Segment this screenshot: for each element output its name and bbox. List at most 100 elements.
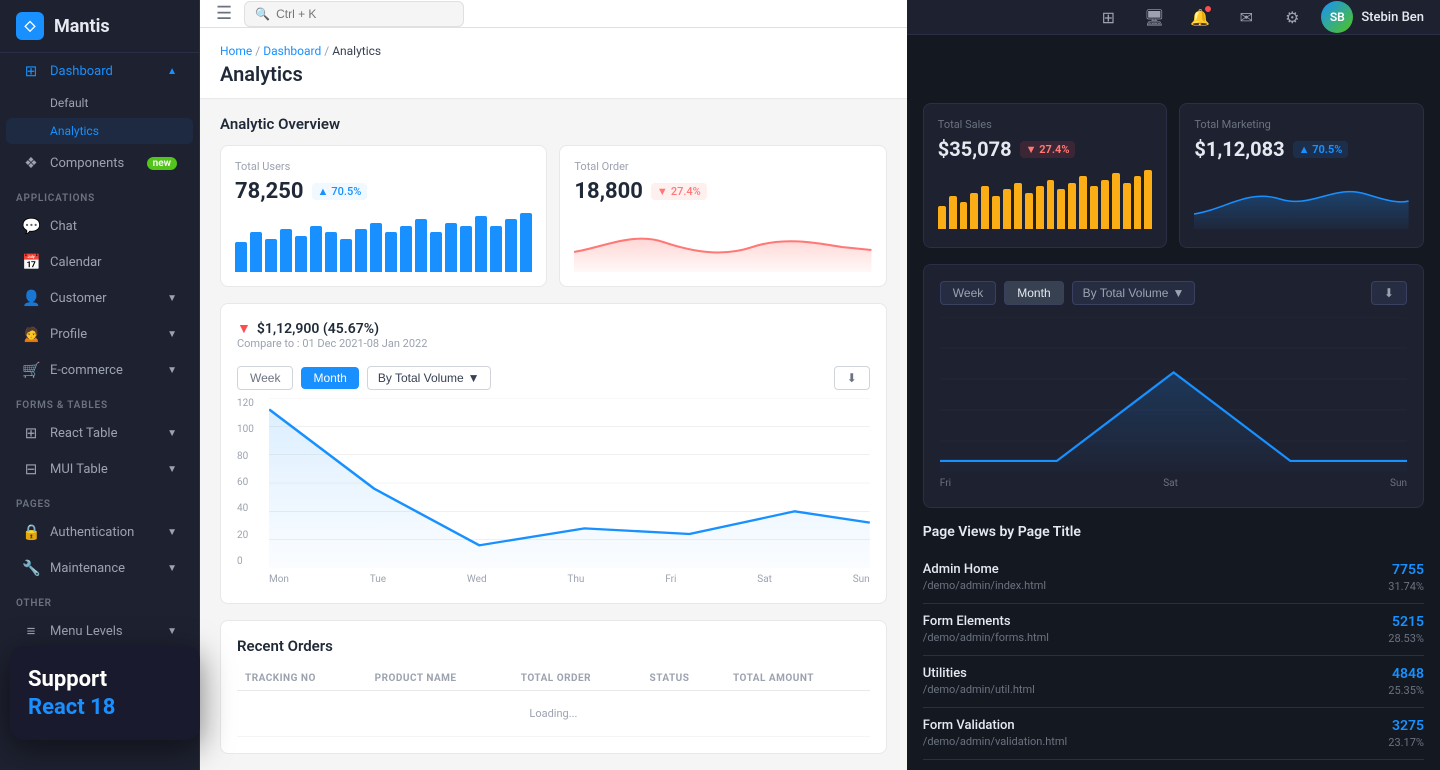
support-subtitle: React 18 bbox=[28, 695, 182, 720]
x-label: Wed bbox=[467, 574, 487, 585]
search-box[interactable]: 🔍 bbox=[244, 1, 464, 27]
bar bbox=[1014, 183, 1022, 229]
breadcrumb-home[interactable]: Home bbox=[220, 44, 252, 58]
y-label: 40 bbox=[237, 503, 265, 514]
bar bbox=[520, 213, 532, 272]
week-button[interactable]: Week bbox=[237, 366, 293, 390]
sidebar-item-label: E-commerce bbox=[50, 363, 123, 378]
sidebar-item-maintenance[interactable]: 🔧 Maintenance ▼ bbox=[6, 551, 193, 585]
settings-button[interactable]: ⚙ bbox=[1275, 0, 1309, 34]
dark-income-controls: Week Month By Total Volume ▼ ⬇ bbox=[940, 281, 1407, 305]
cell: Loading... bbox=[237, 691, 870, 737]
page-view-pct: 28.53% bbox=[1388, 632, 1424, 645]
amount-value: $1,12,900 (45.67%) bbox=[257, 321, 379, 337]
bar bbox=[280, 229, 292, 272]
y-label: 80 bbox=[237, 451, 265, 462]
month-button[interactable]: Month bbox=[301, 367, 358, 389]
sidebar-item-profile[interactable]: 🙍 Profile ▼ bbox=[6, 317, 193, 351]
dropdown-label: By Total Volume bbox=[378, 371, 464, 385]
dark-section: ⊞ 🖥 🔔 ✉ ⚙ SB Stebin Ben To bbox=[907, 0, 1440, 770]
breadcrumb-dashboard[interactable]: Dashboard bbox=[263, 44, 321, 58]
support-popup[interactable]: Support React 18 bbox=[10, 646, 200, 740]
x-label: Thu bbox=[567, 574, 584, 585]
bar bbox=[490, 226, 502, 272]
chevron-down-icon: ▼ bbox=[167, 293, 177, 304]
table-row: Loading... bbox=[237, 691, 870, 737]
sidebar-item-mui-table[interactable]: ⊟ MUI Table ▼ bbox=[6, 452, 193, 486]
sidebar-item-customer[interactable]: 👤 Customer ▼ bbox=[6, 281, 193, 315]
bar bbox=[250, 232, 262, 272]
volume-dropdown[interactable]: By Total Volume ▼ bbox=[367, 366, 491, 390]
customer-icon: 👤 bbox=[22, 289, 40, 307]
bar bbox=[981, 186, 989, 229]
bar bbox=[235, 242, 247, 272]
sidebar-item-label: Authentication bbox=[50, 525, 134, 540]
page-views-section: Page Views by Page Title Admin Home /dem… bbox=[907, 524, 1440, 770]
income-header: ▼ $1,12,900 (45.67%) Compare to : 01 Dec… bbox=[237, 320, 870, 362]
sidebar-item-default[interactable]: Default bbox=[6, 90, 193, 116]
calendar-icon: 📅 bbox=[22, 253, 40, 271]
page-title: Analytics bbox=[220, 62, 887, 86]
user-info[interactable]: SB Stebin Ben bbox=[1321, 1, 1424, 33]
sales-bar-chart bbox=[938, 169, 1153, 229]
page-view-url: /demo/admin/forms.html bbox=[923, 631, 1049, 644]
income-chart-wrap: 120 100 80 60 40 20 0 bbox=[237, 398, 870, 587]
chevron-down-icon: ▼ bbox=[167, 527, 177, 538]
dark-stat-value: $35,078 ▼ 27.4% bbox=[938, 137, 1153, 161]
stat-value: 18,800 bbox=[574, 179, 643, 204]
download-button[interactable]: ⬇ bbox=[834, 366, 870, 390]
sidebar-item-authentication[interactable]: 🔒 Authentication ▼ bbox=[6, 515, 193, 549]
menu-toggle-button[interactable]: ☰ bbox=[216, 3, 232, 24]
bar bbox=[970, 193, 978, 229]
x-label: Sun bbox=[1390, 478, 1407, 489]
stat-badge-down: ▼ 27.4% bbox=[651, 183, 707, 200]
dark-month-button[interactable]: Month bbox=[1004, 281, 1063, 305]
dark-stat-card-sales: Total Sales $35,078 ▼ 27.4% bbox=[923, 103, 1168, 248]
dark-download-button[interactable]: ⬇ bbox=[1371, 281, 1407, 305]
sidebar-item-ecommerce[interactable]: 🛒 E-commerce ▼ bbox=[6, 353, 193, 387]
arrow-down-icon: ▼ bbox=[657, 185, 668, 198]
search-icon: 🔍 bbox=[255, 7, 270, 21]
bar bbox=[310, 226, 322, 272]
dark-stat-value: $1,12,083 ▲ 70.5% bbox=[1194, 137, 1409, 161]
sidebar-item-menu-levels[interactable]: ≡ Menu Levels ▼ bbox=[6, 614, 193, 648]
main-area: ☰ 🔍 Home / Dashboard / Analytics Analyti… bbox=[200, 0, 1440, 770]
sidebar-item-label: Maintenance bbox=[50, 561, 125, 576]
page-view-name: Form Elements bbox=[923, 614, 1049, 629]
bar bbox=[1123, 183, 1131, 229]
user-name: Stebin Ben bbox=[1361, 10, 1424, 25]
mui-table-icon: ⊟ bbox=[22, 460, 40, 478]
bell-button[interactable]: 🔔 bbox=[1183, 0, 1217, 34]
dark-stat-cards: Total Sales $35,078 ▼ 27.4% Total Market… bbox=[907, 35, 1440, 264]
dark-volume-dropdown[interactable]: By Total Volume ▼ bbox=[1072, 281, 1196, 305]
monitor-button[interactable]: 🖥 bbox=[1137, 0, 1171, 34]
sidebar-item-chat[interactable]: 💬 Chat bbox=[6, 209, 193, 243]
sidebar-item-label: Dashboard bbox=[50, 64, 113, 79]
sidebar-item-dashboard[interactable]: ⊞ Dashboard ▲ bbox=[6, 54, 193, 88]
app-name: Mantis bbox=[54, 16, 110, 37]
page-view-item: Form Validation /demo/admin/validation.h… bbox=[923, 708, 1424, 760]
income-chart: Mon Tue Wed Thu Fri Sat Sun bbox=[269, 398, 870, 587]
x-label: Fri bbox=[665, 574, 676, 585]
bar bbox=[460, 226, 472, 272]
arrow-up-icon: ▲ bbox=[318, 185, 329, 198]
components-icon: ❖ bbox=[22, 154, 40, 172]
page-view-item: Form Elements /demo/admin/forms.html 521… bbox=[923, 604, 1424, 656]
grid-button[interactable]: ⊞ bbox=[1091, 0, 1125, 34]
chevron-down-icon: ▼ bbox=[468, 371, 480, 385]
sidebar-logo[interactable]: ◇ Mantis bbox=[0, 0, 199, 53]
sidebar-item-components[interactable]: ❖ Components new bbox=[6, 146, 193, 180]
dark-week-button[interactable]: Week bbox=[940, 281, 996, 305]
sidebar-item-calendar[interactable]: 📅 Calendar bbox=[6, 245, 193, 279]
dropdown-label: By Total Volume bbox=[1083, 286, 1169, 300]
stat-value: 78,250 bbox=[235, 179, 304, 204]
bar bbox=[1090, 186, 1098, 229]
chevron-down-icon: ▼ bbox=[167, 563, 177, 574]
mail-button[interactable]: ✉ bbox=[1229, 0, 1263, 34]
x-labels: Mon Tue Wed Thu Fri Sat Sun bbox=[269, 572, 870, 587]
search-input[interactable] bbox=[276, 7, 453, 21]
sidebar-item-analytics[interactable]: Analytics bbox=[6, 118, 193, 144]
sidebar-item-react-table[interactable]: ⊞ React Table ▼ bbox=[6, 416, 193, 450]
x-label: Sun bbox=[853, 574, 870, 585]
stat-card-total-order: Total Order 18,800 ▼ 27.4% bbox=[559, 145, 886, 287]
